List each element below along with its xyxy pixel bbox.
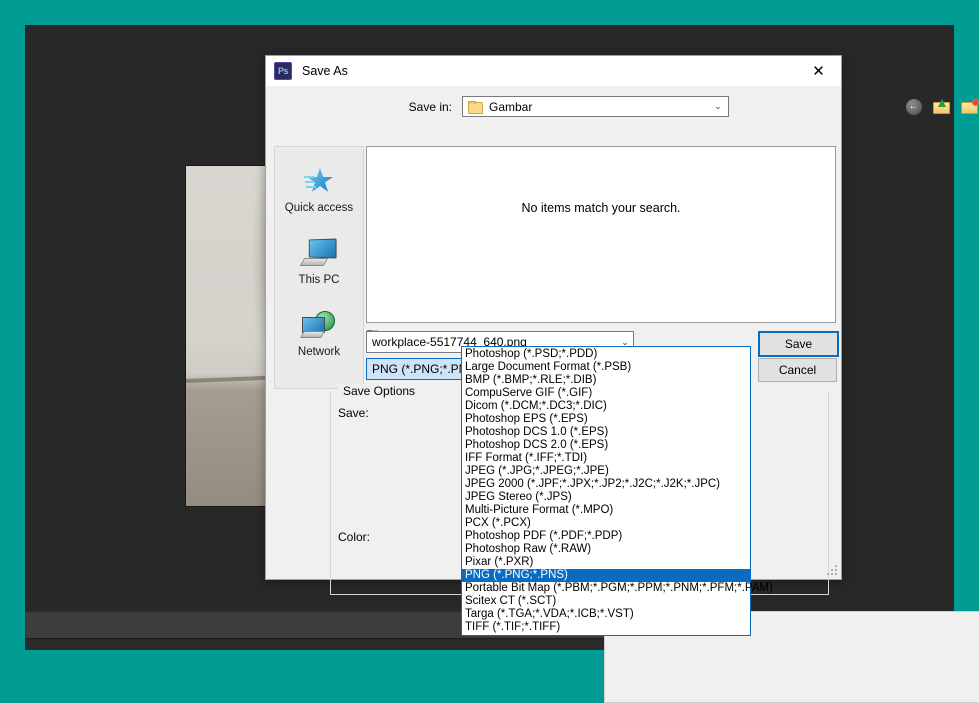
format-option[interactable]: JPEG 2000 (*.JPF;*.JPX;*.JP2;*.J2C;*.J2K… <box>462 478 750 491</box>
close-icon[interactable]: ✕ <box>796 56 841 86</box>
format-option[interactable]: Large Document Format (*.PSB) <box>462 361 750 374</box>
format-option[interactable]: CompuServe GIF (*.GIF) <box>462 387 750 400</box>
color-option-label: Color: <box>338 530 371 544</box>
format-option[interactable]: Photoshop EPS (*.EPS) <box>462 413 750 426</box>
folder-up-icon <box>933 99 950 114</box>
format-dropdown-list[interactable]: Photoshop (*.PSD;*.PDD) Large Document Fo… <box>461 346 773 636</box>
format-option[interactable]: JPEG (*.JPG;*.JPEG;*.JPE) <box>462 465 750 478</box>
save-in-value: Gambar <box>489 99 533 114</box>
photoshop-app-icon: Ps <box>274 62 292 80</box>
format-option[interactable]: Photoshop DCS 1.0 (*.EPS) <box>462 426 750 439</box>
new-folder-icon <box>961 99 979 114</box>
save-in-label: Save in: <box>408 99 452 114</box>
save-option-label: Save: <box>338 406 369 420</box>
format-option[interactable]: Portable Bit Map (*.PBM;*.PGM;*.PPM;*.PN… <box>462 582 773 595</box>
format-option[interactable]: TIFF (*.TIF;*.TIFF) <box>462 621 750 634</box>
cancel-button[interactable]: Cancel <box>758 358 837 382</box>
save-options-legend: Save Options <box>338 384 421 398</box>
format-option[interactable]: Pixar (*.PXR) <box>462 556 750 569</box>
dialog-title: Save As <box>302 64 348 78</box>
format-option[interactable]: Photoshop DCS 2.0 (*.EPS) <box>462 439 750 452</box>
place-label: This PC <box>298 274 340 286</box>
place-this-pc[interactable]: This PC <box>275 225 363 297</box>
save-in-row: Save in: Gambar ⌄ <box>266 94 841 119</box>
format-option[interactable]: IFF Format (*.IFF;*.TDI) <box>462 452 750 465</box>
format-option[interactable]: Photoshop PDF (*.PDF;*.PDP) <box>462 530 750 543</box>
place-label: Quick access <box>284 202 354 214</box>
format-option[interactable]: Multi-Picture Format (*.MPO) <box>462 504 750 517</box>
folder-icon <box>468 100 483 114</box>
back-arrow-icon: ← <box>905 99 922 115</box>
monitor-icon <box>299 236 337 270</box>
save-in-combobox[interactable]: Gambar ⌄ <box>462 96 729 117</box>
dialog-titlebar[interactable]: Ps Save As ✕ <box>266 56 841 86</box>
format-option[interactable]: Photoshop Raw (*.RAW) <box>462 543 750 556</box>
format-option[interactable]: Photoshop (*.PSD;*.PDD) <box>462 348 750 361</box>
file-name-label: File name: <box>266 328 399 356</box>
format-option[interactable]: PNG (*.PNG;*.PNS) <box>462 569 750 582</box>
chevron-down-icon: ⌄ <box>714 101 722 111</box>
format-option[interactable]: BMP (*.BMP;*.RLE;*.DIB) <box>462 374 750 387</box>
format-option[interactable]: PCX (*.PCX) <box>462 517 750 530</box>
up-one-level-button[interactable] <box>931 97 952 117</box>
new-folder-button[interactable] <box>959 97 979 117</box>
file-list-pane[interactable]: No items match your search. <box>366 146 836 323</box>
file-list-empty-message: No items match your search. <box>521 201 681 215</box>
save-button[interactable]: Save <box>758 331 839 357</box>
format-option[interactable]: Scitex CT (*.SCT) <box>462 595 750 608</box>
format-option[interactable]: JPEG Stereo (*.JPS) <box>462 491 750 504</box>
format-option[interactable]: Dicom (*.DCM;*.DC3;*.DIC) <box>462 400 750 413</box>
place-quick-access[interactable]: Quick access <box>275 153 363 225</box>
navigation-toolbar: ← ▾ <box>903 97 979 117</box>
format-label: Format: <box>266 362 407 376</box>
back-button[interactable]: ← <box>903 97 924 117</box>
star-icon <box>304 164 334 198</box>
format-option[interactable]: Targa (*.TGA;*.VDA;*.ICB;*.VST) <box>462 608 750 621</box>
